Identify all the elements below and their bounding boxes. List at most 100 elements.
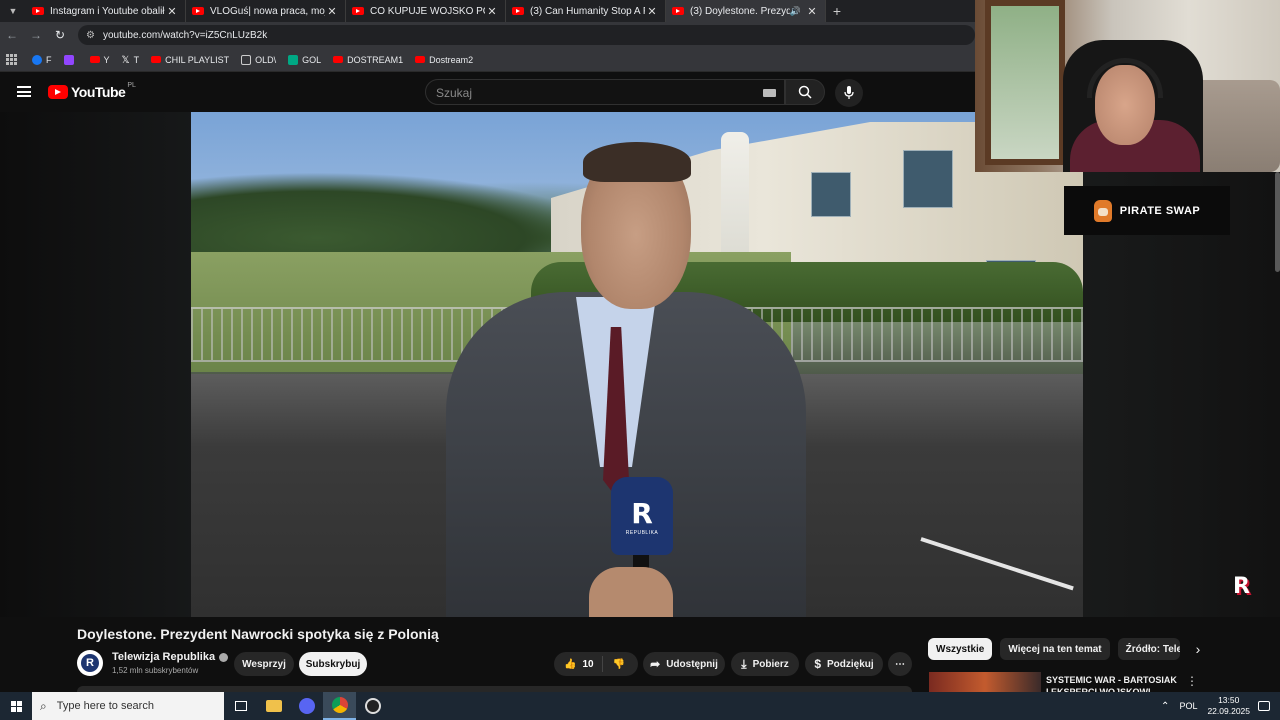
video-frame-window	[903, 150, 953, 208]
dislike-button[interactable]: 👎	[603, 659, 635, 670]
hamburger-menu-icon[interactable]	[17, 86, 31, 97]
bookmark-label: CHIL PLAYLIST	[165, 54, 230, 65]
country-code: PL	[127, 81, 136, 89]
language-indicator[interactable]: POL	[1179, 701, 1197, 711]
screen: ▼ Instagram i Youtube obalił parti ✕ VLO…	[0, 0, 1280, 720]
bookmark-dostream1[interactable]: DOSTREAM1	[333, 55, 403, 65]
tray-chevron-up-icon[interactable]: ⌃	[1161, 701, 1169, 712]
forward-arrow-icon[interactable]: →	[24, 28, 48, 42]
bookmark-facebook[interactable]: F	[32, 54, 52, 65]
republika-watermark-logo: R	[1233, 574, 1250, 599]
reload-icon[interactable]: ↻	[48, 28, 72, 42]
sponsor-banner: PIRATE SWAP	[1064, 186, 1230, 235]
search-input[interactable]: Szukaj	[425, 79, 785, 105]
chevron-right-icon[interactable]: ›	[1196, 641, 1201, 657]
folder-icon	[241, 54, 252, 65]
bookmark-dostream2[interactable]: Dostream2	[415, 55, 473, 65]
task-view-icon[interactable]	[224, 692, 257, 720]
recommended-more-icon[interactable]: ⋮	[1186, 674, 1198, 688]
x-logo-icon: 𝕏	[121, 54, 130, 66]
search-button[interactable]	[785, 79, 825, 105]
chip-source[interactable]: Źródło: Telew	[1117, 638, 1180, 660]
new-tab-plus-icon[interactable]: +	[826, 3, 848, 19]
youtube-logo[interactable]: YouTube PL	[48, 81, 136, 100]
like-dislike-group: 👍 10 👎	[554, 652, 638, 676]
browser-tab[interactable]: Instagram i Youtube obalił parti ✕	[26, 0, 186, 22]
bookmark-x[interactable]: 𝕏T	[121, 54, 140, 66]
speaker-icon[interactable]: 🔊	[790, 6, 801, 17]
close-tab-icon[interactable]: ✕	[165, 5, 179, 18]
bookmark-label: OLD\	[255, 54, 277, 65]
file-explorer-icon[interactable]	[257, 692, 290, 720]
tab-title: CO KUPUJE WOJSKO POLSKIE?	[370, 5, 485, 17]
windows-start-icon[interactable]	[0, 692, 32, 720]
youtube-header: YouTube PL Szukaj	[0, 72, 975, 112]
youtube-favicon-icon	[672, 7, 684, 15]
channel-avatar-letter: R	[81, 654, 99, 672]
bookmark-label: Y	[103, 54, 110, 65]
close-tab-icon[interactable]: ✕	[325, 5, 339, 18]
chip-label: Źródło: Telew	[1125, 643, 1180, 655]
keyboard-icon[interactable]	[763, 89, 776, 97]
bookmark-label: DOSTREAM1	[347, 54, 404, 65]
download-button[interactable]: ⤓ Pobierz	[731, 652, 799, 676]
bookmark-chil-playlist[interactable]: CHIL PLAYLIST	[151, 55, 229, 65]
microphone-icon	[844, 86, 854, 99]
youtube-icon	[89, 56, 100, 63]
browser-tab-strip: ▼ Instagram i Youtube obalił parti ✕ VLO…	[0, 0, 975, 22]
search-icon: ⌕	[40, 698, 47, 713]
tab-title: Instagram i Youtube obalił parti	[50, 5, 165, 17]
video-player[interactable]: R REPUBLIKA	[191, 112, 1083, 617]
chip-more-on-topic[interactable]: Więcej na ten temat	[1000, 638, 1110, 660]
browser-tab-active[interactable]: (3) Doylestone. Prezydent N 🔊 ✕	[666, 0, 826, 22]
subscribe-button[interactable]: Subskrybuj	[299, 652, 367, 676]
facebook-icon	[32, 54, 42, 65]
recommended-video-title[interactable]: SYSTEMIC WAR - BARTOSIAK I EKSPERCI WOJS…	[1046, 674, 1181, 694]
taskbar-search-input[interactable]: ⌕ Type here to search	[32, 692, 224, 720]
obs-icon[interactable]	[356, 692, 389, 720]
tab-title: VLOGuś| nowa praca, moje prze	[210, 5, 325, 17]
back-arrow-icon[interactable]: ←	[0, 28, 24, 42]
site-info-icon[interactable]: ⚙	[86, 30, 95, 41]
search-placeholder: Szukaj	[436, 86, 473, 100]
chrome-icon[interactable]	[323, 692, 356, 720]
clock[interactable]: 13:50 22.09.2025	[1207, 695, 1250, 717]
bookmark-twitch[interactable]	[63, 54, 78, 65]
url-field[interactable]: ⚙ youtube.com/watch?v=iZ5CnLUzB2k	[78, 25, 975, 45]
bookmark-youtube[interactable]: Y	[89, 54, 110, 65]
channel-name-link[interactable]: Telewizja Republika	[112, 651, 229, 663]
url-text: youtube.com/watch?v=iZ5CnLUzB2k	[102, 29, 268, 41]
support-button[interactable]: Wesprzyj	[234, 652, 294, 676]
like-button[interactable]: 👍 10	[554, 656, 603, 672]
bookmark-old-folder[interactable]: OLD\	[241, 54, 277, 65]
youtube-favicon-icon	[192, 7, 204, 15]
voice-search-button[interactable]	[835, 79, 863, 107]
more-actions-button[interactable]: ⋯	[888, 652, 912, 676]
tab-search-chevron-icon[interactable]: ▼	[0, 0, 26, 22]
support-label: Wesprzyj	[242, 658, 286, 670]
notification-icon[interactable]	[1258, 701, 1270, 711]
share-button[interactable]: ➦ Udostępnij	[643, 652, 725, 676]
browser-tab[interactable]: VLOGuś| nowa praca, moje prze ✕	[186, 0, 346, 22]
recommended-video-thumbnail[interactable]	[929, 672, 1041, 693]
bookmark-label: T	[133, 54, 140, 65]
page-scrollbar[interactable]	[1275, 172, 1280, 272]
bookmark-label: GOL	[302, 54, 322, 65]
close-tab-icon[interactable]: ✕	[805, 5, 819, 18]
thanks-button[interactable]: $ Podziękuj	[805, 652, 883, 676]
close-tab-icon[interactable]: ✕	[645, 5, 659, 18]
browser-tab[interactable]: CO KUPUJE WOJSKO POLSKIE? ✕	[346, 0, 506, 22]
youtube-favicon-icon	[352, 7, 364, 15]
bookmark-label: Dostream2	[429, 54, 474, 65]
chip-all[interactable]: Wszystkie	[928, 638, 993, 660]
discord-icon[interactable]	[290, 692, 323, 720]
close-tab-icon[interactable]: ✕	[485, 5, 499, 18]
super-thanks-icon: $	[814, 657, 821, 671]
subscriber-count: 1,52 mln subskrybentów	[112, 666, 199, 675]
channel-avatar[interactable]: R	[77, 650, 103, 676]
pirate-logo-icon	[1093, 199, 1112, 222]
youtube-icon	[151, 56, 162, 63]
bookmark-gol[interactable]: GOL	[288, 54, 322, 65]
apps-grid-icon[interactable]	[6, 53, 18, 66]
browser-tab[interactable]: (3) Can Humanity Stop A Planet ✕	[506, 0, 666, 22]
